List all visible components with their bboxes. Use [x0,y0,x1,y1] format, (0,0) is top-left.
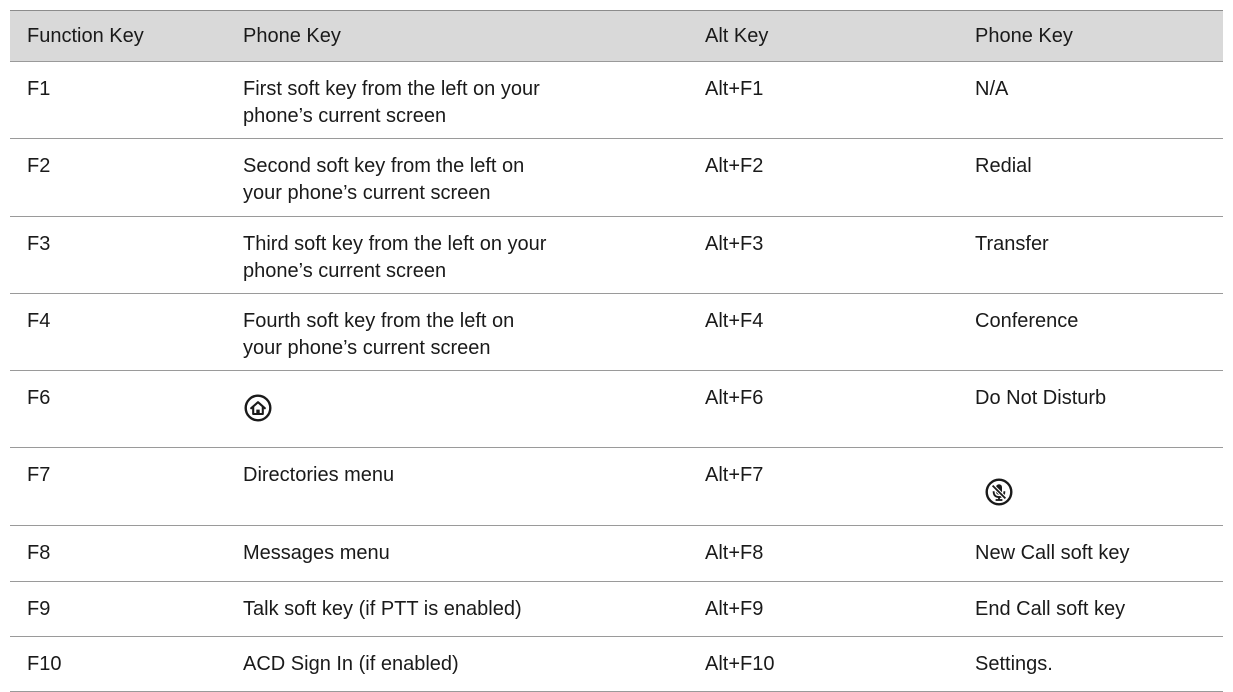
phone-key-cell: Directories menu [226,448,688,525]
alt-phone-key-cell: N/A [975,78,1009,100]
alt-key-cell: Alt+F3 [705,233,764,255]
phone-key-cell: Third soft key from the left on your pho… [226,217,688,293]
function-key-cell: F9 [27,598,51,620]
phone-key-line: phone’s current screen [243,260,447,282]
alt-phone-key-cell: New Call soft key [975,542,1130,564]
alt-key-cell: Alt+F9 [705,598,764,620]
table-row: F7 Directories menu Alt+F7 [10,448,1223,526]
alt-key-cell: Alt+F6 [705,387,764,409]
phone-key-line: Directories menu [243,464,395,486]
function-key-cell: F1 [27,78,51,100]
function-key-cell: F7 [27,464,51,486]
alt-phone-key-cell: Conference [975,310,1079,332]
alt-key-cell: Alt+F4 [705,310,764,332]
phone-key-cell: Talk soft key (if PTT is enabled) [243,598,522,620]
alt-key-cell: Alt+F10 [705,653,775,675]
alt-key-cell: Alt+F7 [705,464,764,486]
header-phone-key: Phone Key [243,24,341,47]
header-function-key: Function Key [27,24,144,47]
alt-key-cell: Alt+F2 [705,155,764,177]
function-key-cell: F10 [27,653,62,675]
alt-phone-key-cell: Settings. [975,653,1053,675]
phone-key-cell: First soft key from the left on your pho… [226,62,688,138]
table-row: F3 Third soft key from the left on your … [10,217,1223,294]
table-row: F1 First soft key from the left on your … [10,62,1223,139]
phone-key-line: Fourth soft key from the left on [243,310,515,332]
alt-phone-key-cell: Redial [975,155,1032,177]
alt-phone-key-cell [958,448,1223,525]
function-key-cell: F8 [27,542,51,564]
table-row: F2 Second soft key from the left on your… [10,139,1223,217]
alt-phone-key-cell: Transfer [975,233,1049,255]
phone-key-line: phone’s current screen [243,105,447,127]
phone-key-cell: Messages menu [243,542,390,564]
phone-key-line: First soft key from the left on your [243,78,540,100]
phone-key-line: Second soft key from the left on [243,155,525,177]
table-row: F8 Messages menu Alt+F8 New Call soft ke… [10,526,1223,582]
alt-phone-key-cell: Do Not Disturb [975,387,1107,409]
table-row: F6 Alt+F6 Do Not Disturb [10,371,1223,448]
phone-key-cell [226,371,688,447]
mute-microphone-icon [985,478,1013,506]
key-mapping-table: Function Key Phone Key Alt Key Phone Key… [10,10,1223,692]
header-alt-phone-key: Phone Key [975,24,1073,47]
alt-key-cell: Alt+F1 [705,78,764,100]
function-key-cell: F4 [27,310,51,332]
phone-key-line: Third soft key from the left on your [243,233,547,255]
phone-key-line: your phone’s current screen [243,337,491,359]
function-key-cell: F2 [27,155,51,177]
alt-key-cell: Alt+F8 [705,542,764,564]
home-icon [244,394,272,422]
function-key-cell: F3 [27,233,51,255]
phone-key-cell: Fourth soft key from the left on your ph… [226,294,688,370]
phone-key-line: your phone’s current screen [243,182,491,204]
table-row: F10 ACD Sign In (if enabled) Alt+F10 Set… [10,637,1223,692]
table-header-row: Function Key Phone Key Alt Key Phone Key [10,11,1223,62]
alt-phone-key-cell: End Call soft key [975,598,1126,620]
table-row: F9 Talk soft key (if PTT is enabled) Alt… [10,582,1223,637]
phone-key-cell: ACD Sign In (if enabled) [243,653,459,675]
table-row: F4 Fourth soft key from the left on your… [10,294,1223,371]
header-alt-key: Alt Key [705,24,769,47]
function-key-cell: F6 [27,387,51,409]
phone-key-cell: Second soft key from the left on your ph… [226,139,688,216]
